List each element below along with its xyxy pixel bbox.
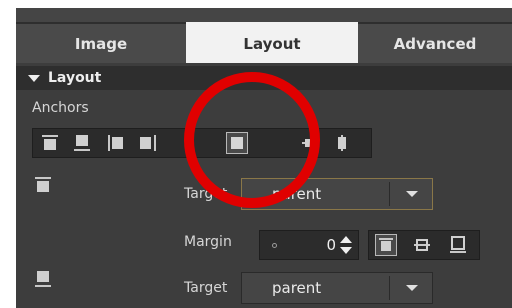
decrement-arrow-icon[interactable] (340, 247, 352, 254)
chevron-down-icon[interactable] (406, 191, 418, 197)
chevron-down-icon[interactable] (406, 285, 418, 291)
anchor-right-button[interactable] (137, 132, 159, 154)
anchor-top-icon (42, 135, 58, 150)
anchor-fill-button[interactable] (226, 132, 248, 154)
align-bottom-button[interactable] (447, 234, 469, 256)
align-bottom-icon (450, 236, 466, 253)
expand-triangle-icon (28, 74, 40, 82)
align-center-icon (414, 239, 430, 251)
bottom-target-label: Target (184, 280, 228, 296)
tab-bar: Image Layout Advanced (16, 8, 512, 63)
anchor-right-icon (140, 135, 156, 151)
target-value: parent (272, 185, 322, 203)
tab-advanced[interactable]: Advanced (358, 22, 512, 63)
margin-spinbox[interactable]: 0 (259, 230, 359, 260)
align-top-icon (379, 238, 393, 251)
anchor-hcenter-icon (338, 135, 346, 151)
align-top-button[interactable] (375, 234, 397, 256)
bottom-target-value: parent (272, 279, 322, 297)
increment-arrow-icon[interactable] (340, 236, 352, 243)
anchor-hcenter-button[interactable] (331, 132, 353, 154)
anchor-toolbar (32, 128, 372, 158)
anchor-left-button[interactable] (105, 132, 127, 154)
tab-layout[interactable]: Layout (186, 22, 358, 63)
anchor-left-icon (108, 135, 123, 151)
properties-panel: Image Layout Advanced Layout Anchors Tar… (16, 8, 512, 308)
tab-image-label: Image (74, 34, 128, 53)
margin-alignment-toolbar (368, 230, 480, 260)
drag-handle-icon[interactable] (272, 243, 277, 248)
top-anchor-icon (34, 176, 52, 198)
combobox-divider (389, 182, 390, 206)
section-title: Layout (48, 70, 102, 86)
anchor-bottom-button[interactable] (71, 132, 93, 154)
anchor-fill-icon (231, 137, 243, 149)
anchors-label: Anchors (32, 100, 89, 116)
margin-value: 0 (326, 236, 336, 254)
combobox-divider (389, 276, 390, 300)
tab-layout-label: Layout (243, 34, 301, 53)
anchor-vcenter-button[interactable] (299, 132, 321, 154)
anchor-bottom-icon (74, 135, 90, 151)
anchor-vcenter-icon (302, 139, 318, 147)
align-center-button[interactable] (411, 234, 433, 256)
bottom-anchor-icon (34, 270, 52, 292)
tab-advanced-label: Advanced (393, 34, 477, 53)
target-label: Target (184, 186, 228, 202)
target-combobox[interactable]: parent (241, 178, 433, 210)
anchor-top-button[interactable] (39, 132, 61, 154)
layout-section-header[interactable]: Layout (16, 66, 512, 90)
margin-label: Margin (184, 234, 232, 250)
tab-image[interactable]: Image (16, 22, 186, 63)
bottom-target-combobox[interactable]: parent (241, 272, 433, 304)
